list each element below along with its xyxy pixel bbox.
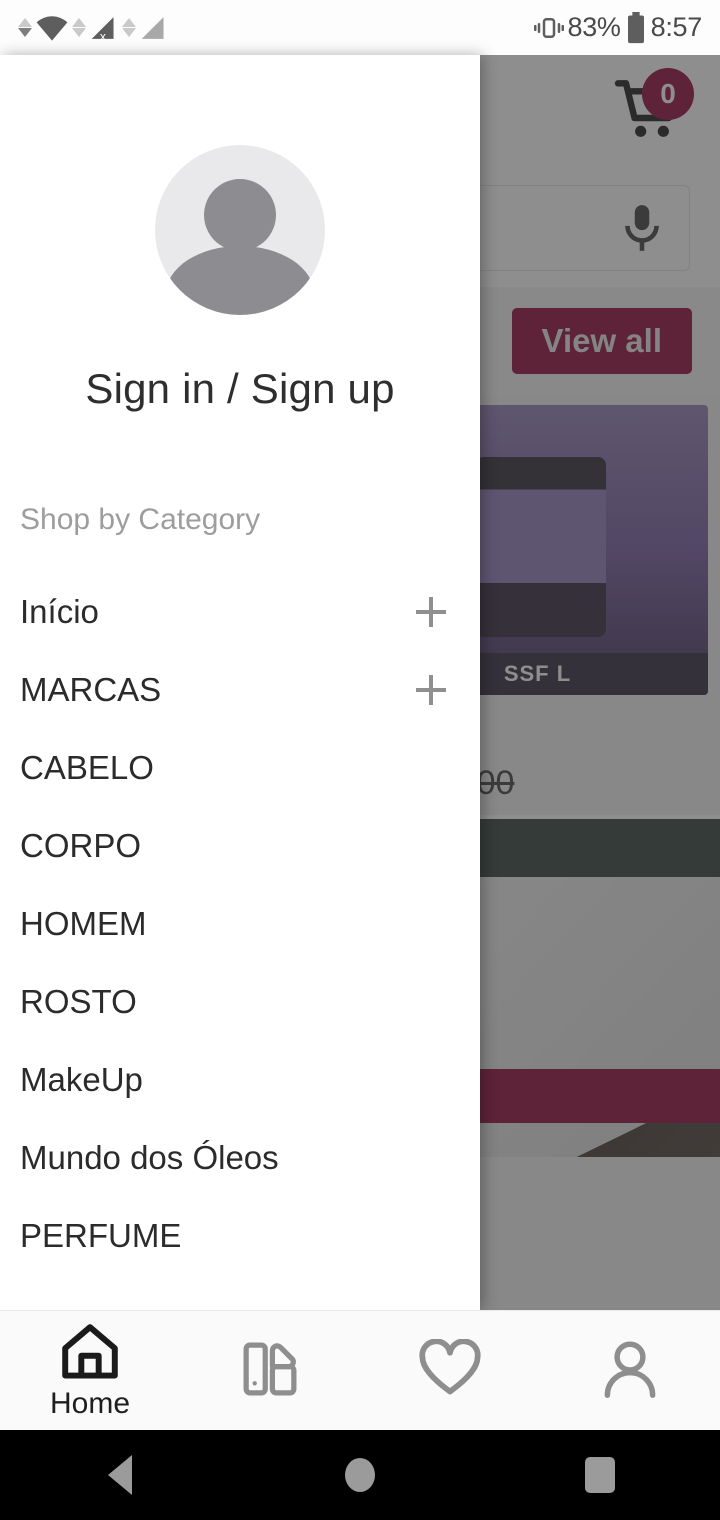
sidebar-item-rosto[interactable]: ROSTO — [0, 963, 480, 1041]
nav-item-wishlist[interactable] — [360, 1338, 540, 1403]
vibrate-icon — [533, 17, 564, 38]
status-bar: x 83% 8:57 — [0, 0, 720, 55]
back-triangle-icon — [108, 1455, 132, 1495]
nav-item-account[interactable] — [540, 1338, 720, 1404]
mobile-transfer-arrows-icon — [72, 18, 86, 37]
home-circle-icon — [345, 1458, 375, 1492]
svg-text:x: x — [100, 29, 106, 42]
mobile2-transfer-arrows-icon — [122, 18, 136, 37]
category-label: PERFUME — [20, 1217, 182, 1254]
clock-label: 8:57 — [650, 12, 703, 42]
nav-label-home: Home — [49, 1386, 131, 1420]
sidebar-item-corpo[interactable]: CORPO — [0, 807, 480, 885]
phone-screen: x 83% 8:57 OS — [0, 0, 720, 1520]
sidebar-item-cabelo[interactable]: CABELO — [0, 729, 480, 807]
android-system-navigation — [0, 1430, 720, 1520]
heart-icon — [419, 1338, 481, 1394]
plus-expand-icon[interactable] — [416, 597, 446, 627]
system-home-button[interactable] — [240, 1458, 480, 1492]
sidebar-item-inicio[interactable]: Início — [0, 573, 480, 651]
status-bar-right-icons: 83% 8:57 — [533, 11, 703, 44]
signal-no-sim-icon: x — [91, 16, 114, 42]
home-icon — [62, 1323, 118, 1379]
category-label: MARCAS — [20, 671, 162, 708]
sign-in-sign-up-button[interactable]: Sign in / Sign up — [85, 365, 394, 413]
drawer-header: Sign in / Sign up — [0, 55, 480, 413]
wifi-icon — [36, 15, 68, 41]
nav-item-categories[interactable] — [180, 1338, 360, 1404]
category-label: HOMEM — [20, 905, 147, 942]
recents-square-icon — [585, 1457, 615, 1493]
plus-expand-icon[interactable] — [416, 675, 446, 705]
system-recents-button[interactable] — [480, 1457, 720, 1493]
navigation-drawer: Sign in / Sign up Shop by Category Iníci… — [0, 55, 480, 1310]
sidebar-item-homem[interactable]: HOMEM — [0, 885, 480, 963]
sidebar-item-marcas[interactable]: MARCAS — [0, 651, 480, 729]
category-label: MakeUp — [20, 1061, 143, 1098]
sidebar-item-perfume[interactable]: PERFUME — [0, 1197, 480, 1275]
category-label: CABELO — [20, 749, 154, 786]
category-label: CORPO — [20, 827, 142, 864]
user-avatar-icon — [155, 145, 325, 315]
nav-item-home[interactable]: Home — [0, 1321, 180, 1421]
system-back-button[interactable] — [0, 1455, 240, 1495]
battery-icon — [627, 11, 644, 43]
person-icon — [604, 1340, 656, 1398]
wifi-transfer-arrows-icon — [18, 18, 32, 37]
sidebar-item-makeup[interactable]: MakeUp — [0, 1041, 480, 1119]
battery-percent-label: 83% — [567, 12, 621, 42]
status-bar-left-icons: x — [18, 14, 169, 42]
sidebar-item-mundo-dos-oleos[interactable]: Mundo dos Óleos — [0, 1119, 480, 1197]
signal-bars-icon — [141, 16, 164, 39]
category-label: Mundo dos Óleos — [20, 1139, 279, 1176]
category-label: Início — [20, 593, 99, 630]
category-list: Início MARCAS CABELO CORPO HOMEM ROSTO M… — [0, 573, 480, 1275]
shop-by-category-label: Shop by Category — [20, 503, 261, 536]
bottom-navigation-bar: Home — [0, 1310, 720, 1430]
categories-grid-icon — [243, 1342, 297, 1395]
category-label: ROSTO — [20, 983, 137, 1020]
